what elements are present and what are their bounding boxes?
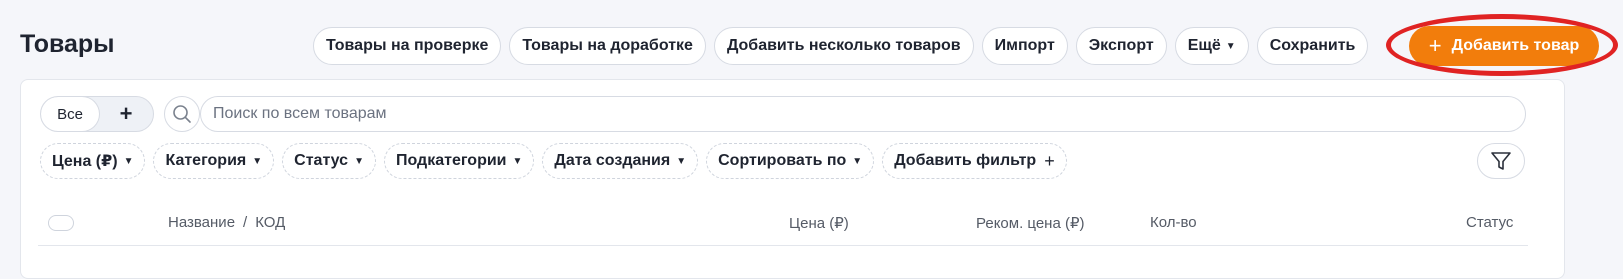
filter-label: Статус: [294, 152, 349, 169]
add-product-label: Добавить товар: [1451, 37, 1580, 54]
save-button[interactable]: Сохранить: [1256, 27, 1369, 65]
filter-category[interactable]: Категория ▼: [153, 143, 275, 179]
add-view-button[interactable]: +: [99, 97, 153, 131]
table-header: Название / КОД Цена (₽) Реком. цена (₽) Ко…: [20, 205, 1565, 241]
more-dropdown-button[interactable]: Ещё ▼: [1174, 27, 1249, 65]
filter-label: Сортировать по: [718, 152, 847, 169]
select-all-checkbox[interactable]: [48, 215, 74, 231]
button-label: Экспорт: [1088, 37, 1154, 54]
button-label: Товары на проверке: [326, 37, 489, 54]
chevron-down-icon: ▼: [676, 155, 687, 167]
column-quantity[interactable]: Кол-во: [1150, 214, 1197, 231]
button-label: Товары на доработке: [522, 37, 693, 54]
chevron-down-icon: ▼: [1225, 40, 1236, 52]
filter-label: Добавить фильтр: [894, 152, 1037, 169]
filter-subcategories[interactable]: Подкатегории ▼: [383, 143, 535, 179]
button-label: Ещё: [1187, 37, 1221, 54]
filter-status[interactable]: Статус ▼: [282, 143, 376, 179]
filter-label: Цена (₽): [52, 153, 118, 170]
funnel-icon: [1491, 152, 1511, 170]
products-under-review-button[interactable]: Товары на проверке: [313, 27, 502, 65]
chevron-down-icon: ▼: [252, 155, 263, 167]
filter-label: Категория: [165, 152, 247, 169]
filter-created-date[interactable]: Дата создания ▼: [542, 143, 699, 179]
filter-funnel-button[interactable]: [1477, 143, 1525, 179]
chevron-down-icon: ▼: [512, 155, 523, 167]
filter-sort-by[interactable]: Сортировать по ▼: [706, 143, 875, 179]
search-input[interactable]: [200, 96, 1526, 132]
filter-bar: Цена (₽) ▼ Категория ▼ Статус ▼ Подкатегори…: [40, 143, 1067, 179]
products-needing-revision-button[interactable]: Товары на доработке: [509, 27, 706, 65]
view-segment-control: Все +: [40, 96, 154, 132]
filter-label: Подкатегории: [395, 152, 507, 169]
export-button[interactable]: Экспорт: [1075, 27, 1167, 65]
filter-price[interactable]: Цена (₽) ▼: [40, 143, 146, 179]
import-button[interactable]: Импорт: [981, 27, 1068, 65]
separator: /: [243, 214, 248, 231]
column-name-code[interactable]: Название / КОД: [168, 214, 285, 231]
plus-icon: +: [1428, 33, 1442, 58]
button-label: Сохранить: [1269, 37, 1356, 54]
toolbar: Товары на проверке Товары на доработке Д…: [313, 26, 1369, 66]
chevron-down-icon: ▼: [354, 155, 364, 167]
view-all-tab[interactable]: Все: [41, 97, 99, 131]
add-filter-button[interactable]: Добавить фильтр +: [882, 143, 1067, 179]
chevron-down-icon: ▼: [852, 155, 863, 167]
column-status[interactable]: Статус: [1466, 214, 1513, 231]
column-recommended-price[interactable]: Реком. цена (₽): [976, 214, 1085, 232]
search-icon: [164, 96, 200, 132]
button-label: Импорт: [994, 37, 1055, 54]
column-name-label: Название: [168, 214, 236, 231]
chevron-down-icon: ▼: [123, 155, 134, 167]
page-title: Товары: [20, 30, 115, 58]
add-multiple-products-button[interactable]: Добавить несколько товаров: [713, 27, 974, 65]
column-code-label: КОД: [255, 214, 286, 231]
plus-icon: +: [1044, 150, 1055, 171]
add-product-button[interactable]: + Добавить товар: [1409, 26, 1599, 66]
column-price[interactable]: Цена (₽): [789, 214, 849, 232]
button-label: Добавить несколько товаров: [726, 37, 961, 54]
header-divider: [38, 245, 1528, 246]
filter-label: Дата создания: [554, 152, 671, 169]
